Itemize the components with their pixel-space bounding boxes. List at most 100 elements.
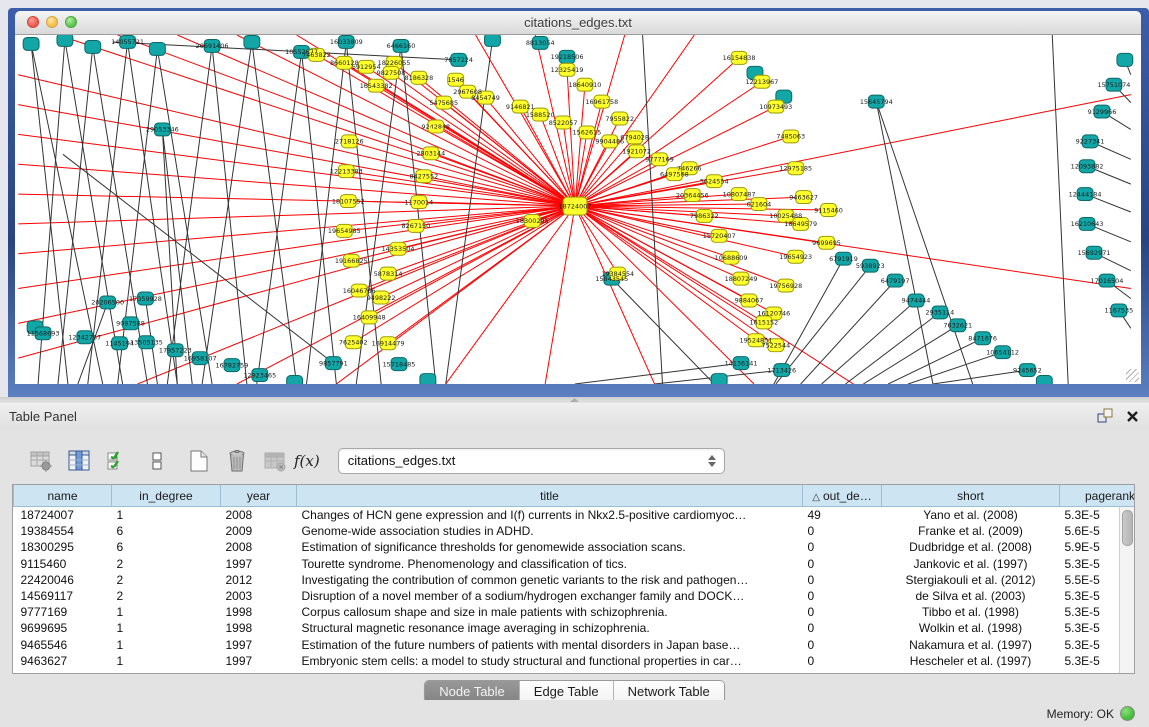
cell-short[interactable]: Tibbo et al. (1998) <box>882 604 1060 620</box>
float-window-icon[interactable] <box>1097 408 1114 424</box>
window-zoom-button[interactable] <box>65 16 77 28</box>
cell-year[interactable]: 1997 <box>221 637 297 653</box>
cell-in_degree[interactable]: 1 <box>112 637 221 653</box>
cell-name[interactable]: 9465546 <box>14 637 112 653</box>
cell-name[interactable]: 9115460 <box>14 556 112 572</box>
import-table-icon[interactable] <box>102 447 132 475</box>
remove-table-icon[interactable] <box>260 447 290 475</box>
cell-in_degree[interactable]: 1 <box>112 620 221 636</box>
cell-out_degree[interactable]: 0 <box>803 523 882 539</box>
cell-name[interactable]: 18300295 <box>14 539 112 555</box>
cell-year[interactable]: 2012 <box>221 572 297 588</box>
cell-year[interactable]: 1998 <box>221 604 297 620</box>
network-node[interactable] <box>57 35 73 46</box>
cell-name[interactable]: 14569117 <box>14 588 112 604</box>
table-select[interactable]: citations_edges.txt <box>338 448 725 474</box>
cell-name[interactable]: 18724007 <box>14 507 112 524</box>
merge-cells-icon[interactable] <box>142 447 172 475</box>
cell-in_degree[interactable]: 2 <box>112 572 221 588</box>
network-node[interactable] <box>1117 53 1133 66</box>
cell-title[interactable]: Genome-wide association studies in ADHD. <box>297 523 803 539</box>
delete-table-icon[interactable] <box>222 447 252 475</box>
table-settings-icon[interactable] <box>26 447 56 475</box>
column-header-pagerank[interactable]: pagerank <box>1060 485 1136 507</box>
table-row[interactable]: 1456911722003Disruption of a novel membe… <box>14 588 1136 604</box>
cell-year[interactable]: 2003 <box>221 588 297 604</box>
cell-short[interactable]: Hescheler et al. (1997) <box>882 653 1060 669</box>
table-row[interactable]: 969969511998Structural magnetic resonanc… <box>14 620 1136 636</box>
cell-in_degree[interactable]: 6 <box>112 539 221 555</box>
new-document-icon[interactable] <box>184 447 214 475</box>
cell-title[interactable]: Disruption of a novel member of a sodium… <box>297 588 803 604</box>
cell-out_degree[interactable]: 0 <box>803 588 882 604</box>
window-minimize-button[interactable] <box>46 16 58 28</box>
cell-year[interactable]: 2008 <box>221 507 297 524</box>
table-row[interactable]: 1830029562008Estimation of significance … <box>14 539 1136 555</box>
function-builder-icon[interactable]: f(x) <box>294 452 320 470</box>
table-row[interactable]: 1872400712008Changes of HCN gene express… <box>14 507 1136 524</box>
column-header-title[interactable]: title <box>297 485 803 507</box>
column-header-name[interactable]: name <box>14 485 112 507</box>
cell-title[interactable]: Estimation of significance thresholds fo… <box>297 539 803 555</box>
network-node[interactable] <box>1036 376 1052 384</box>
column-header-year[interactable]: year <box>221 485 297 507</box>
cell-short[interactable]: Jankovic et al. (1997) <box>882 556 1060 572</box>
window-close-button[interactable] <box>27 16 39 28</box>
network-node[interactable] <box>420 374 436 384</box>
cell-title[interactable]: Estimation of the future numbers of pati… <box>297 637 803 653</box>
network-node[interactable] <box>711 374 727 384</box>
cell-in_degree[interactable]: 1 <box>112 507 221 524</box>
cell-short[interactable]: Yano et al. (2008) <box>882 507 1060 524</box>
column-header-out_degree[interactable]: △out_de… <box>803 485 882 507</box>
cell-title[interactable]: Structural magnetic resonance image aver… <box>297 620 803 636</box>
table-column-icon[interactable] <box>64 447 94 475</box>
cell-title[interactable]: Changes of HCN gene expression and I(f) … <box>297 507 803 524</box>
cell-short[interactable]: Franke et al. (2009) <box>882 523 1060 539</box>
network-node[interactable] <box>287 376 303 384</box>
network-node[interactable] <box>85 40 101 53</box>
cell-year[interactable]: 2009 <box>221 523 297 539</box>
table-scrollbar[interactable] <box>1119 507 1134 673</box>
column-header-short[interactable]: short <box>882 485 1060 507</box>
cell-out_degree[interactable]: 0 <box>803 620 882 636</box>
network-window-titlebar[interactable]: citations_edges.txt <box>15 11 1141 35</box>
cell-out_degree[interactable]: 0 <box>803 556 882 572</box>
table-row[interactable]: 946554611997Estimation of the future num… <box>14 637 1136 653</box>
table-row[interactable]: 977716911998Corpus callosum shape and si… <box>14 604 1136 620</box>
cell-out_degree[interactable]: 0 <box>803 604 882 620</box>
table-row[interactable]: 946362711997Embryonic stem cells: a mode… <box>14 653 1136 669</box>
cell-title[interactable]: Corpus callosum shape and size in male p… <box>297 604 803 620</box>
network-node[interactable] <box>485 35 501 46</box>
table-row[interactable]: 2242004622012Investigating the contribut… <box>14 572 1136 588</box>
cell-out_degree[interactable]: 0 <box>803 539 882 555</box>
cell-name[interactable]: 9699695 <box>14 620 112 636</box>
cell-in_degree[interactable]: 1 <box>112 653 221 669</box>
network-node[interactable] <box>149 42 165 55</box>
cell-in_degree[interactable]: 2 <box>112 556 221 572</box>
cell-in_degree[interactable]: 1 <box>112 604 221 620</box>
cell-year[interactable]: 2008 <box>221 539 297 555</box>
table-row[interactable]: 911546021997Tourette syndrome. Phenomeno… <box>14 556 1136 572</box>
cell-short[interactable]: de Silva et al. (2003) <box>882 588 1060 604</box>
network-node[interactable] <box>244 35 260 48</box>
table-row[interactable]: 1938455462009Genome-wide association stu… <box>14 523 1136 539</box>
cell-in_degree[interactable]: 2 <box>112 588 221 604</box>
cell-short[interactable]: Nakamura et al. (1997) <box>882 637 1060 653</box>
network-node[interactable] <box>23 37 39 50</box>
close-icon[interactable] <box>1126 410 1139 423</box>
network-graph[interactable]: 1872400714055721206914061055267716033809… <box>15 35 1134 384</box>
cell-name[interactable]: 9463627 <box>14 653 112 669</box>
resize-grip-icon[interactable] <box>1126 369 1139 382</box>
cell-out_degree[interactable]: 0 <box>803 653 882 669</box>
cell-title[interactable]: Investigating the contribution of common… <box>297 572 803 588</box>
cell-out_degree[interactable]: 49 <box>803 507 882 524</box>
cell-short[interactable]: Stergiakouli et al. (2012) <box>882 572 1060 588</box>
cell-short[interactable]: Dudbridge et al. (2008) <box>882 539 1060 555</box>
cell-name[interactable]: 22420046 <box>14 572 112 588</box>
cell-short[interactable]: Wolkin et al. (1998) <box>882 620 1060 636</box>
cell-year[interactable]: 1997 <box>221 653 297 669</box>
cell-in_degree[interactable]: 6 <box>112 523 221 539</box>
cell-name[interactable]: 9777169 <box>14 604 112 620</box>
cell-out_degree[interactable]: 0 <box>803 572 882 588</box>
scrollbar-thumb[interactable] <box>1122 510 1133 546</box>
